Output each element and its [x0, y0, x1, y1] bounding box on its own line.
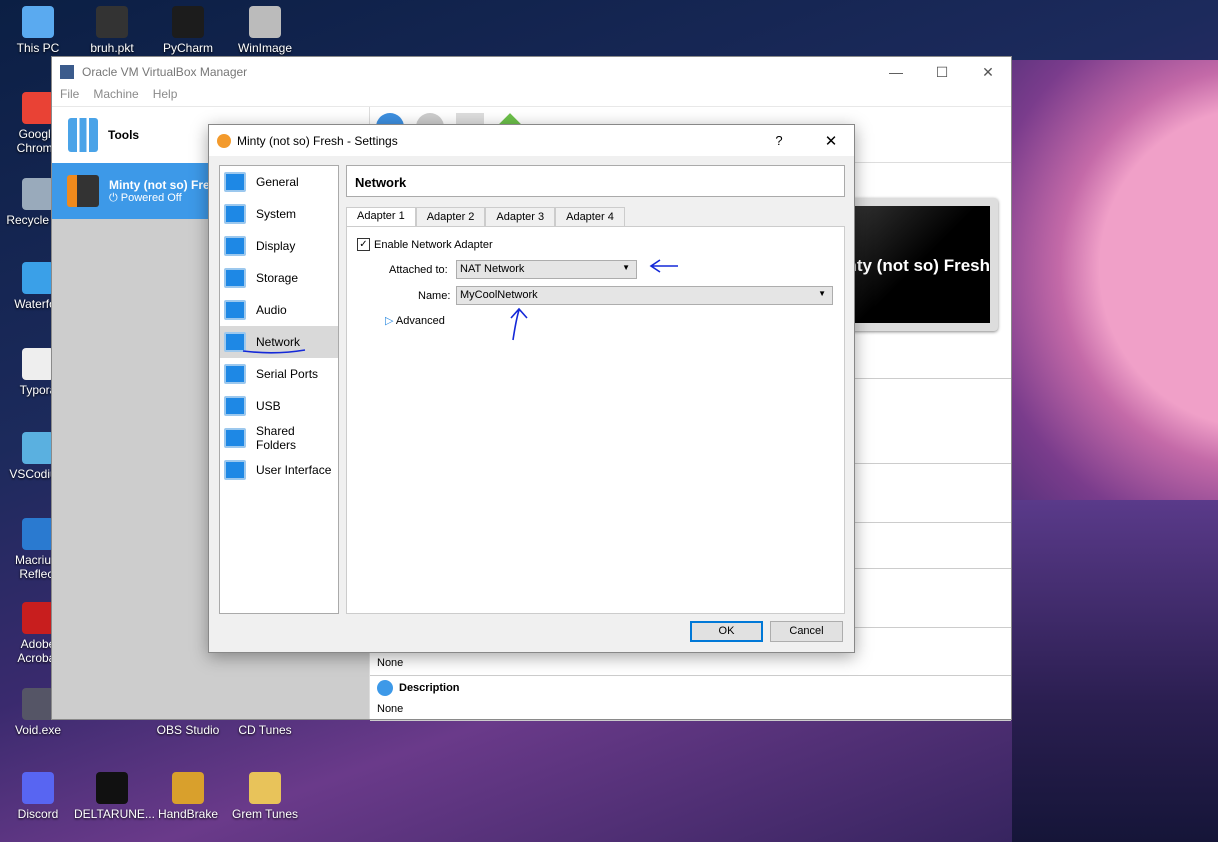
underline-annotation — [242, 349, 306, 354]
hand-drawn-annotations — [242, 259, 678, 354]
arrow-annotation-left — [649, 259, 678, 273]
arrow-annotation-up — [510, 307, 528, 341]
